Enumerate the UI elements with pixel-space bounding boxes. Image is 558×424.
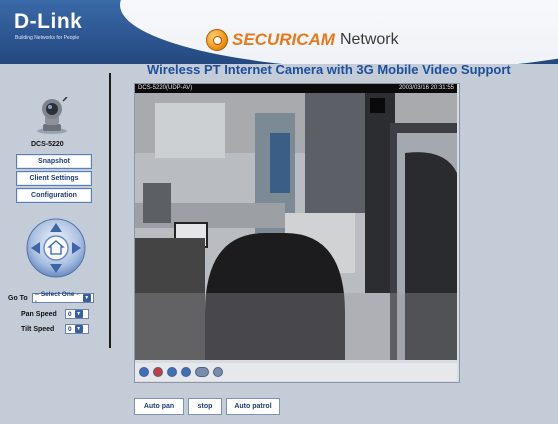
pan-speed-label: Pan Speed [21,310,57,318]
auto-patrol-button[interactable]: Auto patrol [226,398,280,415]
dlink-tagline: Building Networks for People [15,35,80,41]
goto-select-value: -- Select One -- [34,291,79,305]
chevron-down-icon: ▼ [74,310,83,318]
tilt-speed-row: Tilt Speed 0 ▼ [21,324,89,334]
securicam-brand: SECURICAM [232,30,335,49]
video-control-bar [135,363,457,381]
tilt-speed-select[interactable]: 0 ▼ [65,324,89,334]
dlink-logo: D-Link [14,10,83,33]
client-settings-button[interactable]: Client Settings [16,171,92,186]
tilt-speed-label: Tilt Speed [21,325,55,333]
configuration-button[interactable]: Configuration [16,188,92,203]
pause-icon[interactable] [167,367,177,377]
chevron-down-icon: ▼ [82,294,91,302]
tilt-speed-value: 0 [68,325,72,333]
securicam-icon [206,29,228,51]
goto-row: Go To -- Select One -- ▼ [8,291,94,305]
stop-icon[interactable] [181,367,191,377]
ptz-control-pad[interactable] [26,218,86,278]
stop-button[interactable]: stop [188,398,222,415]
mic-icon[interactable] [213,367,223,377]
camera-icon [34,96,70,135]
zoom-icon[interactable] [139,367,149,377]
snapshot-button[interactable]: Snapshot [16,154,92,169]
securicam-logo: SECURICAM Network [206,29,399,51]
patrol-controls: Auto pan stop Auto patrol [134,398,280,415]
sidebar-divider [109,73,111,348]
pan-speed-select[interactable]: 0 ▼ [65,309,89,319]
chevron-down-icon: ▼ [74,325,83,333]
goto-preset-select[interactable]: -- Select One -- ▼ [31,291,94,305]
video-caption-camera: DCS-5220(UDP-AV) [138,85,193,91]
page-title: Wireless PT Internet Camera with 3G Mobi… [147,62,511,77]
goto-label: Go To [8,294,28,302]
live-video-view[interactable] [135,93,457,360]
auto-pan-button[interactable]: Auto pan [134,398,184,415]
securicam-network: Network [339,31,399,48]
video-caption-bar: DCS-5220(UDP-AV) 2003/03/16 20:31:55 [135,84,457,93]
pan-speed-value: 0 [68,310,72,318]
record-icon[interactable] [153,367,163,377]
header: D-Link Building Networks for People SECU… [0,0,558,64]
video-caption-timestamp: 2003/03/16 20:31:55 [398,85,454,91]
camera-model-label: DCS-5220 [31,141,64,148]
audio-icon[interactable] [195,367,209,377]
pan-speed-row: Pan Speed 0 ▼ [21,309,89,319]
